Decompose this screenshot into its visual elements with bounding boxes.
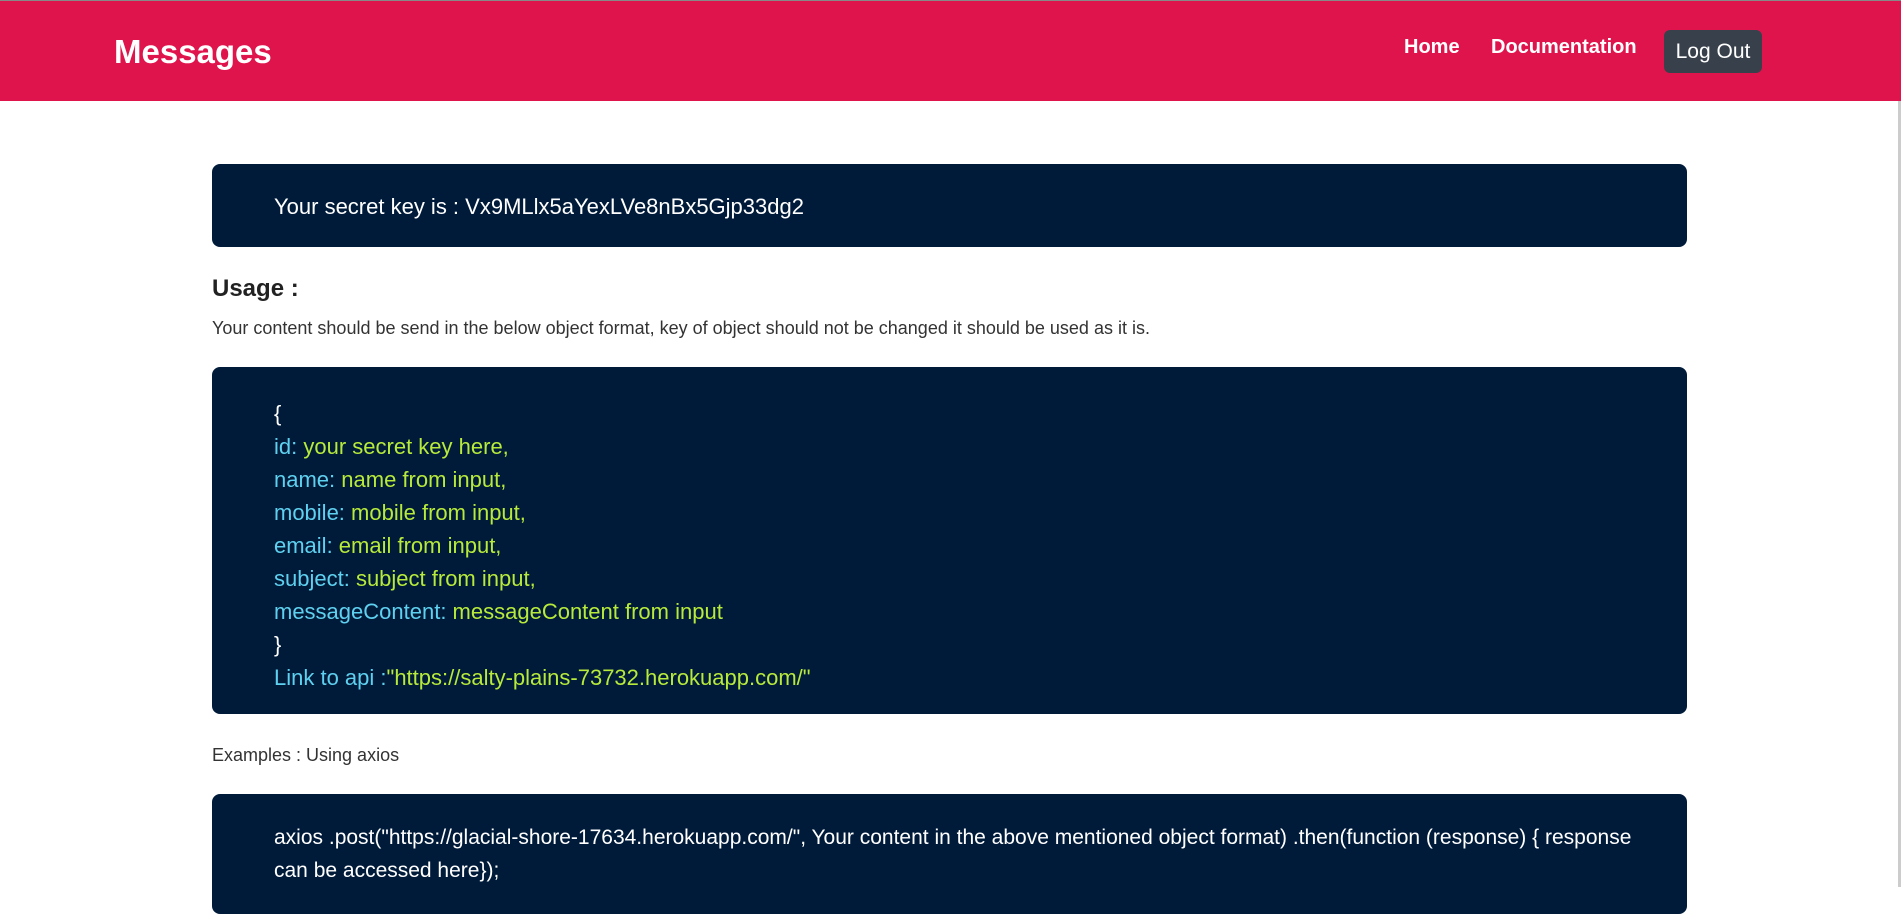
secret-key-text: Your secret key is : Vx9MLlx5aYexLVe8nBx… (274, 194, 804, 219)
usage-heading: Usage : (212, 275, 299, 302)
brand-title[interactable]: Messages (114, 33, 272, 71)
code-key: email: (274, 533, 333, 558)
code-block: { id: your secret key here, name: name f… (212, 367, 1687, 714)
code-close-brace: } (274, 632, 282, 657)
code-key: subject: (274, 566, 350, 591)
code-key: id: (274, 434, 298, 459)
usage-description: Your content should be send in the below… (212, 318, 1150, 338)
code-line-email: email: email from input, (274, 529, 811, 562)
logout-button[interactable]: Log Out (1664, 30, 1762, 73)
api-link-label: Link to api : (274, 665, 387, 690)
nav-home-link[interactable]: Home (1404, 36, 1460, 59)
examples-heading: Examples : Using axios (212, 745, 400, 765)
nav-documentation-link[interactable]: Documentation (1491, 36, 1637, 59)
code-open-brace: { (274, 401, 282, 426)
navbar: Messages Home Documentation Log Out (0, 0, 1901, 101)
code-key: messageContent: (274, 599, 447, 624)
code-value: your secret key here, (297, 434, 509, 459)
code-value: mobile from input, (344, 500, 526, 525)
code-value: subject from input, (349, 566, 536, 591)
code-line-name: name: name from input, (274, 463, 811, 496)
api-link-url: "https://salty-plains-73732.herokuapp.co… (386, 665, 811, 690)
code-line-id: id: your secret key here, (274, 430, 811, 463)
axios-example-code: axios .post("https://glacial-shore-17634… (274, 826, 1632, 882)
code-line-message-content: messageContent: messageContent from inpu… (274, 595, 811, 628)
code-value: email from input, (332, 533, 502, 558)
code-line-subject: subject: subject from input, (274, 562, 811, 595)
code-value: name from input, (335, 467, 507, 492)
axios-example-block: axios .post("https://glacial-shore-17634… (212, 794, 1687, 914)
code-line-mobile: mobile: mobile from input, (274, 496, 811, 529)
code-key: name: (274, 467, 336, 492)
code-key: mobile: (274, 500, 345, 525)
api-link-line: Link to api :"https://salty-plains-73732… (274, 661, 811, 694)
code-value: messageContent from input (446, 599, 723, 624)
secret-key-card: Your secret key is : Vx9MLlx5aYexLVe8nBx… (212, 164, 1687, 247)
